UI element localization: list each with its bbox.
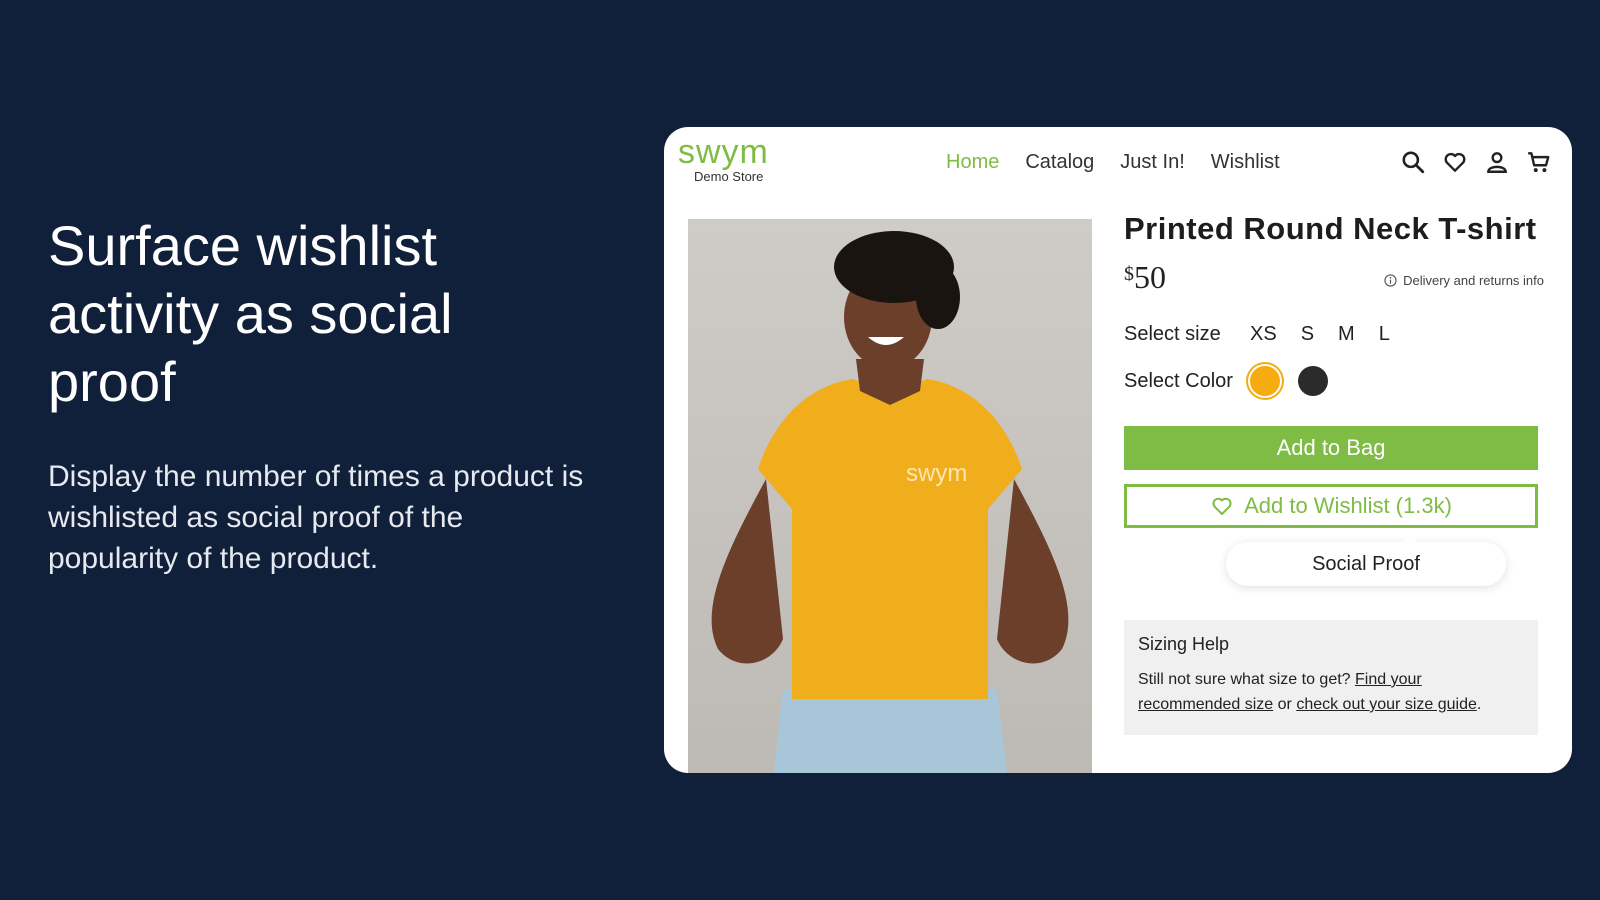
delivery-info-text: Delivery and returns info [1403,273,1544,288]
hero-title: Surface wishlist activity as social proo… [48,214,453,413]
nav-wishlist[interactable]: Wishlist [1211,151,1280,174]
nav-home[interactable]: Home [946,151,999,174]
color-label: Select Color [1124,369,1233,392]
logo-subtitle: Demo Store [694,169,764,184]
sizing-help-title: Sizing Help [1138,634,1230,654]
size-guide-link[interactable]: check out your size guide [1296,696,1477,713]
size-xs[interactable]: XS [1250,323,1277,346]
sizing-help-text: Still not sure what size to get? Find yo… [1138,667,1524,717]
hero-description: Display the number of times a product is… [48,460,584,575]
sizing-help-or: or [1277,696,1292,713]
store-mockup: swym Demo Store Home Catalog Just In! Wi… [664,127,1572,773]
search-icon[interactable] [1400,149,1426,175]
logo-wordmark: swym [678,133,769,171]
size-m[interactable]: M [1338,323,1355,346]
add-to-wishlist-label: Add to Wishlist (1.3k) [1244,493,1452,518]
price-currency: $ [1124,263,1134,285]
add-to-wishlist-button[interactable]: Add to Wishlist (1.3k) [1124,484,1538,528]
delivery-info-link[interactable]: Delivery and returns info [1384,273,1544,288]
info-icon [1384,274,1397,287]
size-selector: Select size XS S M L [1124,323,1544,346]
cart-icon[interactable] [1526,149,1552,175]
product-info: Printed Round Neck T-shirt $50 Delivery … [1124,211,1544,735]
social-proof-tooltip: Social Proof [1226,534,1506,586]
store-logo[interactable]: swym Demo Store [678,133,769,184]
main-nav: Home Catalog Just In! Wishlist [946,151,1280,174]
product-price: $50 [1124,259,1166,295]
color-swatch-black[interactable] [1298,366,1328,396]
heart-icon[interactable] [1442,149,1468,175]
size-l[interactable]: L [1379,323,1390,346]
add-to-bag-button[interactable]: Add to Bag [1124,426,1538,470]
nav-catalog[interactable]: Catalog [1025,151,1094,174]
sizing-help-end: . [1476,696,1482,713]
header-icons [1400,149,1552,175]
product-photo: swym [688,219,1092,773]
shirt-print: swym [906,460,967,487]
color-swatch-yellow[interactable] [1250,366,1280,396]
price-row: $50 Delivery and returns info [1124,259,1544,299]
size-s[interactable]: S [1301,323,1314,346]
color-selector: Select Color [1124,366,1544,396]
sizing-help-box: Sizing Help Still not sure what size to … [1124,620,1538,735]
heart-outline-icon [1212,497,1232,515]
product-title: Printed Round Neck T-shirt [1124,211,1537,246]
user-icon[interactable] [1484,149,1510,175]
size-label: Select size [1124,323,1221,345]
sizing-help-prefix: Still not sure what size to get? [1138,671,1351,688]
nav-just-in[interactable]: Just In! [1120,151,1184,174]
price-amount: 50 [1134,259,1166,295]
